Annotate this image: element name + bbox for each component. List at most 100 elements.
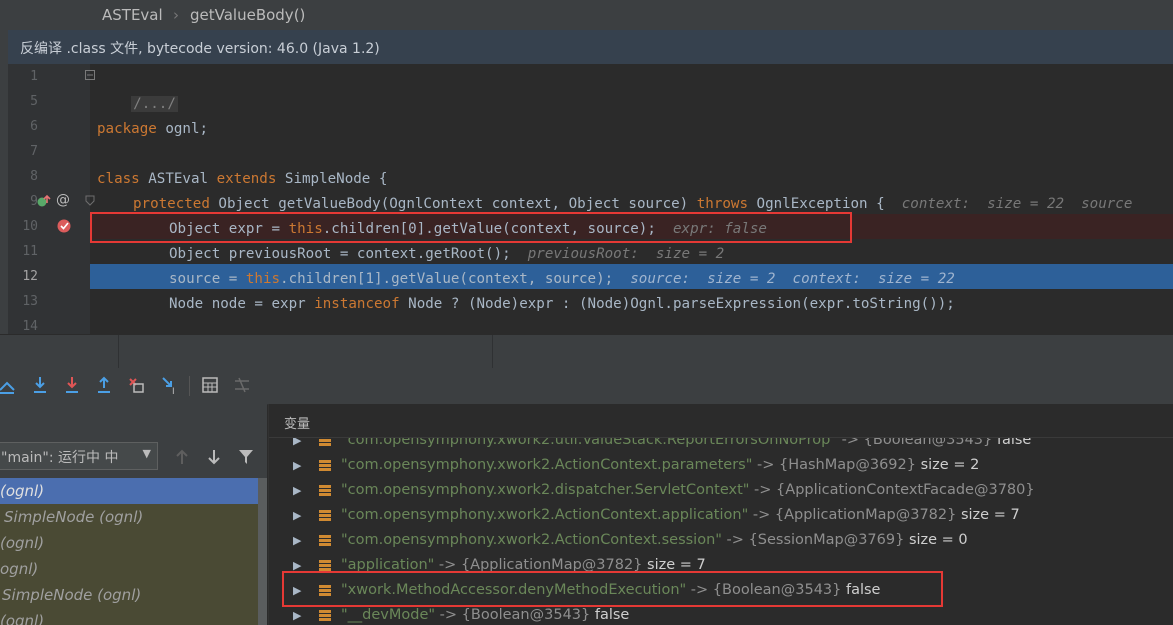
code-line-11: Object previousRoot = context.getRoot();… — [169, 242, 724, 267]
frame-item[interactable]: (ognl) — [0, 478, 258, 504]
map-entry-icon — [319, 485, 331, 496]
expand-arrow-icon[interactable]: ▶ — [293, 438, 301, 453]
variable-text: "com.opensymphony.xwork2.util.ValueStack… — [341, 438, 1031, 453]
line-number: 1 — [30, 69, 38, 84]
thread-selector[interactable]: "main": 运行中 中 ▼ — [0, 442, 158, 470]
variable-text: "com.opensymphony.xwork2.ActionContext.a… — [341, 503, 1020, 528]
map-entry-icon — [319, 438, 331, 446]
code-line-12: source = this.children[1].getValue(conte… — [169, 267, 955, 292]
arrow-down-icon[interactable] — [207, 449, 221, 465]
variable-arrow: -> — [749, 482, 777, 498]
frame-label: SimpleNode (ognl) — [4, 508, 144, 526]
variable-name: "com.opensymphony.xwork2.ActionContext.s… — [341, 532, 722, 548]
variable-type: {Boolean@3543} — [461, 607, 591, 623]
code-line-8: class ASTEval extends SimpleNode { — [97, 167, 387, 192]
variable-row[interactable]: ▶ "com.opensymphony.xwork2.ActionContext.… — [269, 503, 1173, 528]
frames-scrollbar[interactable] — [258, 478, 267, 625]
inline-debug-value: previousRoot: size = 2 — [527, 246, 725, 262]
step-over-icon[interactable] — [32, 376, 48, 396]
frames-panel: "main": 运行中 中 ▼ (ognl) SimpleNode (ognl)… — [0, 404, 267, 625]
folded-region[interactable]: /.../ — [131, 96, 178, 112]
map-entry-icon — [319, 510, 331, 521]
frame-item[interactable]: ognl) — [0, 556, 258, 582]
step-into-icon[interactable] — [64, 376, 80, 396]
variable-type: {Boolean@3543} — [863, 438, 993, 448]
expand-arrow-icon[interactable]: ▶ — [293, 478, 301, 503]
frame-label: (ognl) — [0, 482, 45, 500]
variable-text: "com.opensymphony.xwork2.ActionContext.s… — [341, 528, 968, 553]
code-text: ASTEval — [139, 171, 217, 187]
variable-name: "__devMode" — [341, 607, 436, 623]
map-entry-icon — [319, 460, 331, 471]
variable-type: {ApplicationContextFacade@3780} — [776, 482, 1035, 498]
code-text: Node ? (Node)expr : (Node)Ognl.parseExpr… — [399, 296, 955, 312]
line-number: 10 — [22, 219, 38, 234]
frame-item[interactable]: (ognl) — [0, 608, 258, 625]
annotation-highlight-box — [90, 212, 852, 243]
variable-value: size = 7 — [956, 507, 1020, 523]
code-text: source = — [169, 271, 246, 287]
tool-strip — [0, 30, 8, 334]
expand-arrow-icon[interactable]: ▶ — [293, 528, 301, 553]
expand-arrow-icon[interactable]: ▶ — [293, 453, 301, 478]
fold-open-icon[interactable] — [85, 195, 95, 206]
variable-type: {ApplicationMap@3782} — [774, 507, 957, 523]
svg-text:I: I — [172, 387, 175, 396]
line-number: 11 — [22, 244, 38, 259]
variable-text: "com.opensymphony.xwork2.dispatcher.Serv… — [341, 478, 1035, 503]
variable-text: "com.opensymphony.xwork2.ActionContext.p… — [341, 453, 979, 478]
variable-row[interactable]: ▶ "com.opensymphony.xwork2.util.ValueStac… — [269, 438, 1173, 453]
trace-stream-icon[interactable] — [234, 377, 250, 393]
frame-item[interactable]: SimpleNode (ognl) — [0, 582, 260, 608]
evaluate-expression-icon[interactable] — [202, 377, 218, 393]
frame-item[interactable]: (ognl) — [0, 530, 258, 556]
variable-row[interactable]: ▶ "com.opensymphony.xwork2.ActionContext.… — [269, 453, 1173, 478]
variable-row[interactable]: ▶ "com.opensymphony.xwork2.ActionContext.… — [269, 528, 1173, 553]
variable-value: false — [590, 607, 630, 623]
variable-name: "com.opensymphony.xwork2.util.ValueStack… — [341, 438, 838, 448]
map-entry-icon — [319, 535, 331, 546]
keyword: class — [97, 171, 140, 187]
frame-label: ognl) — [0, 560, 39, 578]
filter-icon[interactable] — [238, 449, 254, 465]
frame-item[interactable]: SimpleNode (ognl) — [0, 504, 262, 530]
arrow-up-icon[interactable] — [175, 449, 189, 465]
variable-name: "com.opensymphony.xwork2.ActionContext.a… — [341, 507, 749, 523]
keyword: package — [97, 121, 157, 137]
line-number: 5 — [30, 94, 38, 109]
debug-toolbar: I — [0, 368, 1173, 405]
chevron-down-icon: ▼ — [142, 447, 151, 460]
keyword: extends — [216, 171, 277, 187]
code-text: Object previousRoot = context.getRoot(); — [169, 246, 511, 262]
line-number: 13 — [22, 294, 38, 309]
variable-type: {SessionMap@3769} — [748, 532, 905, 548]
inline-debug-value: source: size = 2 context: size = 22 — [630, 271, 955, 287]
code-editor[interactable]: 1 5 6 7 8 9 10 11 12 13 14 @ /.../ packa… — [8, 64, 1173, 334]
step-out-icon[interactable] — [96, 376, 112, 396]
code-line-13: Node node = expr instanceof Node ? (Node… — [169, 292, 955, 317]
drop-frame-icon[interactable] — [128, 376, 146, 396]
expand-arrow-icon[interactable]: ▶ — [293, 503, 301, 528]
code-text: SimpleNode { — [276, 171, 388, 187]
thread-selector-label: "main": 运行中 中 — [1, 450, 119, 466]
line-number: 6 — [30, 119, 38, 134]
variable-arrow: -> — [721, 532, 749, 548]
keyword: protected — [133, 196, 210, 212]
breakpoint-icon[interactable] — [57, 218, 73, 234]
variable-row[interactable]: ▶ "com.opensymphony.xwork2.dispatcher.Ser… — [269, 478, 1173, 503]
keyword: this — [245, 271, 281, 287]
breadcrumb-class[interactable]: ASTEval — [102, 6, 163, 24]
run-to-cursor-icon[interactable]: I — [161, 376, 179, 396]
decompiled-banner: 反编译 .class 文件, bytecode version: 46.0 (J… — [8, 30, 1173, 65]
panel-splitter[interactable] — [0, 334, 1173, 369]
keyword: instanceof — [314, 296, 400, 312]
code-text: Node node = expr — [169, 296, 315, 312]
inline-debug-value: context: size = 22 source — [901, 196, 1133, 212]
frame-label: (ognl) — [0, 534, 45, 552]
variable-value: size = 2 — [915, 457, 980, 473]
fold-collapse-icon[interactable] — [85, 70, 95, 80]
annotation-icon[interactable]: @ — [56, 192, 70, 208]
show-execution-point-icon[interactable] — [0, 376, 16, 396]
breadcrumb-method[interactable]: getValueBody() — [190, 6, 305, 24]
override-method-icon[interactable] — [37, 194, 51, 208]
